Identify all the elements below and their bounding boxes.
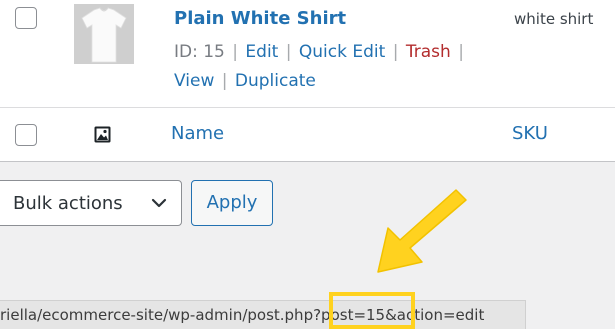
separator: | (285, 42, 292, 62)
row-divider (0, 107, 615, 108)
row-actions: ID: 15 | Edit | Quick Edit | Trash | (174, 42, 466, 62)
product-id: ID: 15 (174, 42, 225, 62)
product-sku: white shirt (514, 10, 594, 28)
product-thumbnail[interactable] (74, 4, 134, 64)
status-bar-url: riella/ecommerce-site/wp-admin/post.php?… (0, 300, 526, 329)
separator: | (232, 42, 239, 62)
bulk-actions-label: Bulk actions (13, 193, 123, 214)
highlight-box (329, 292, 415, 329)
separator: | (221, 71, 228, 91)
edit-link[interactable]: Edit (245, 42, 278, 62)
trash-link[interactable]: Trash (406, 42, 451, 62)
view-link[interactable]: View (174, 71, 214, 91)
apply-button[interactable]: Apply (191, 180, 273, 226)
image-icon[interactable] (94, 126, 111, 143)
select-all-checkbox[interactable] (15, 124, 37, 146)
bulk-actions-select[interactable]: Bulk actions (0, 180, 182, 226)
separator: | (392, 42, 399, 62)
quick-edit-link[interactable]: Quick Edit (299, 42, 385, 62)
product-name-link[interactable]: Plain White Shirt (174, 8, 346, 29)
row-actions-second-line: View | Duplicate (174, 71, 316, 91)
products-table: Plain White Shirt white shirt ID: 15 | E… (0, 0, 615, 162)
name-column-header[interactable]: Name (171, 123, 224, 144)
separator: | (458, 42, 464, 62)
arrow-icon (377, 189, 467, 273)
duplicate-link[interactable]: Duplicate (235, 71, 316, 91)
shirt-image (74, 4, 134, 64)
row-checkbox[interactable] (15, 7, 37, 29)
sku-column-header[interactable]: SKU (512, 123, 548, 144)
chevron-down-icon (151, 198, 167, 208)
